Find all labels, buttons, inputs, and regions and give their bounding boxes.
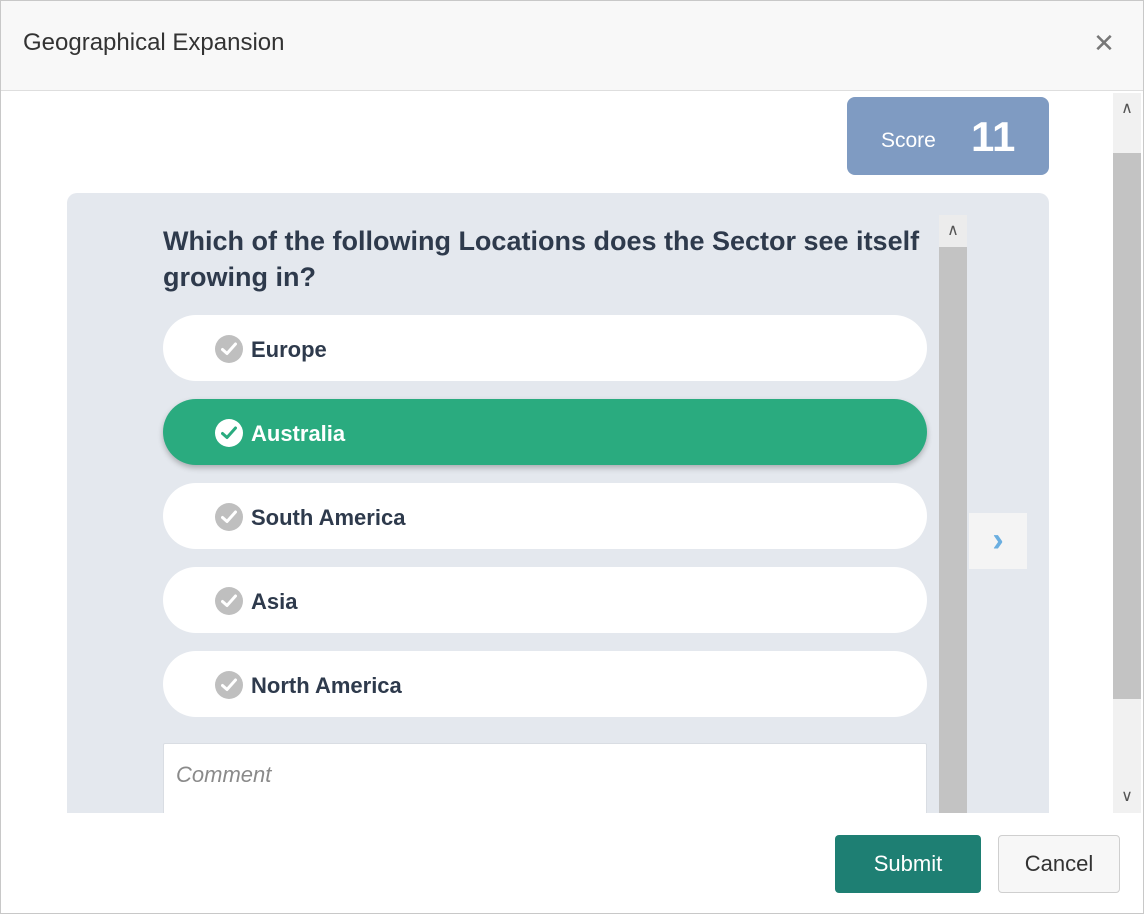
score-label: Score xyxy=(881,129,936,152)
chevron-right-icon[interactable]: › xyxy=(969,513,1027,569)
option-label: South America xyxy=(251,505,406,530)
scroll-down-icon[interactable]: ∨ xyxy=(1113,783,1141,811)
option-south-america[interactable]: South America xyxy=(163,483,927,549)
check-circle-icon xyxy=(215,587,243,615)
option-australia[interactable]: Australia xyxy=(163,399,927,465)
score-value: 11 xyxy=(971,113,1016,160)
scrollbar-thumb[interactable] xyxy=(939,247,967,813)
dialog-scrollbar[interactable]: ∧ ∨ xyxy=(1113,93,1141,813)
cancel-button[interactable]: Cancel xyxy=(998,835,1120,893)
dialog-title: Geographical Expansion xyxy=(23,29,285,56)
scrollbar-thumb[interactable] xyxy=(1113,153,1141,699)
dialog-content: Score 11 Which of the following Location… xyxy=(9,93,1113,813)
scroll-up-icon[interactable]: ∧ xyxy=(939,215,967,247)
dialog-header: Geographical Expansion ✕ xyxy=(1,1,1143,91)
dialog: Geographical Expansion ✕ Score 11 Which … xyxy=(0,0,1144,914)
question-text: Which of the following Locations does th… xyxy=(163,226,920,292)
comment-field[interactable] xyxy=(163,743,927,813)
scroll-up-icon[interactable]: ∧ xyxy=(1113,95,1141,123)
option-label: North America xyxy=(251,673,402,698)
check-circle-icon xyxy=(215,335,243,363)
check-circle-icon xyxy=(215,671,243,699)
question-scrollbar[interactable]: ∧ xyxy=(939,215,967,813)
check-circle-icon xyxy=(215,503,243,531)
submit-button[interactable]: Submit xyxy=(835,835,981,893)
question-card: Which of the following Locations does th… xyxy=(67,193,1049,813)
option-label: Asia xyxy=(251,589,298,614)
option-label: Australia xyxy=(251,421,346,446)
score-badge: Score 11 xyxy=(847,97,1049,175)
option-label: Europe xyxy=(251,337,327,362)
option-europe[interactable]: Europe xyxy=(163,315,927,381)
close-icon[interactable]: ✕ xyxy=(1091,30,1117,56)
option-asia[interactable]: Asia xyxy=(163,567,927,633)
check-circle-icon xyxy=(215,419,243,447)
option-north-america[interactable]: North America xyxy=(163,651,927,717)
dialog-footer: Submit Cancel xyxy=(1,813,1143,913)
